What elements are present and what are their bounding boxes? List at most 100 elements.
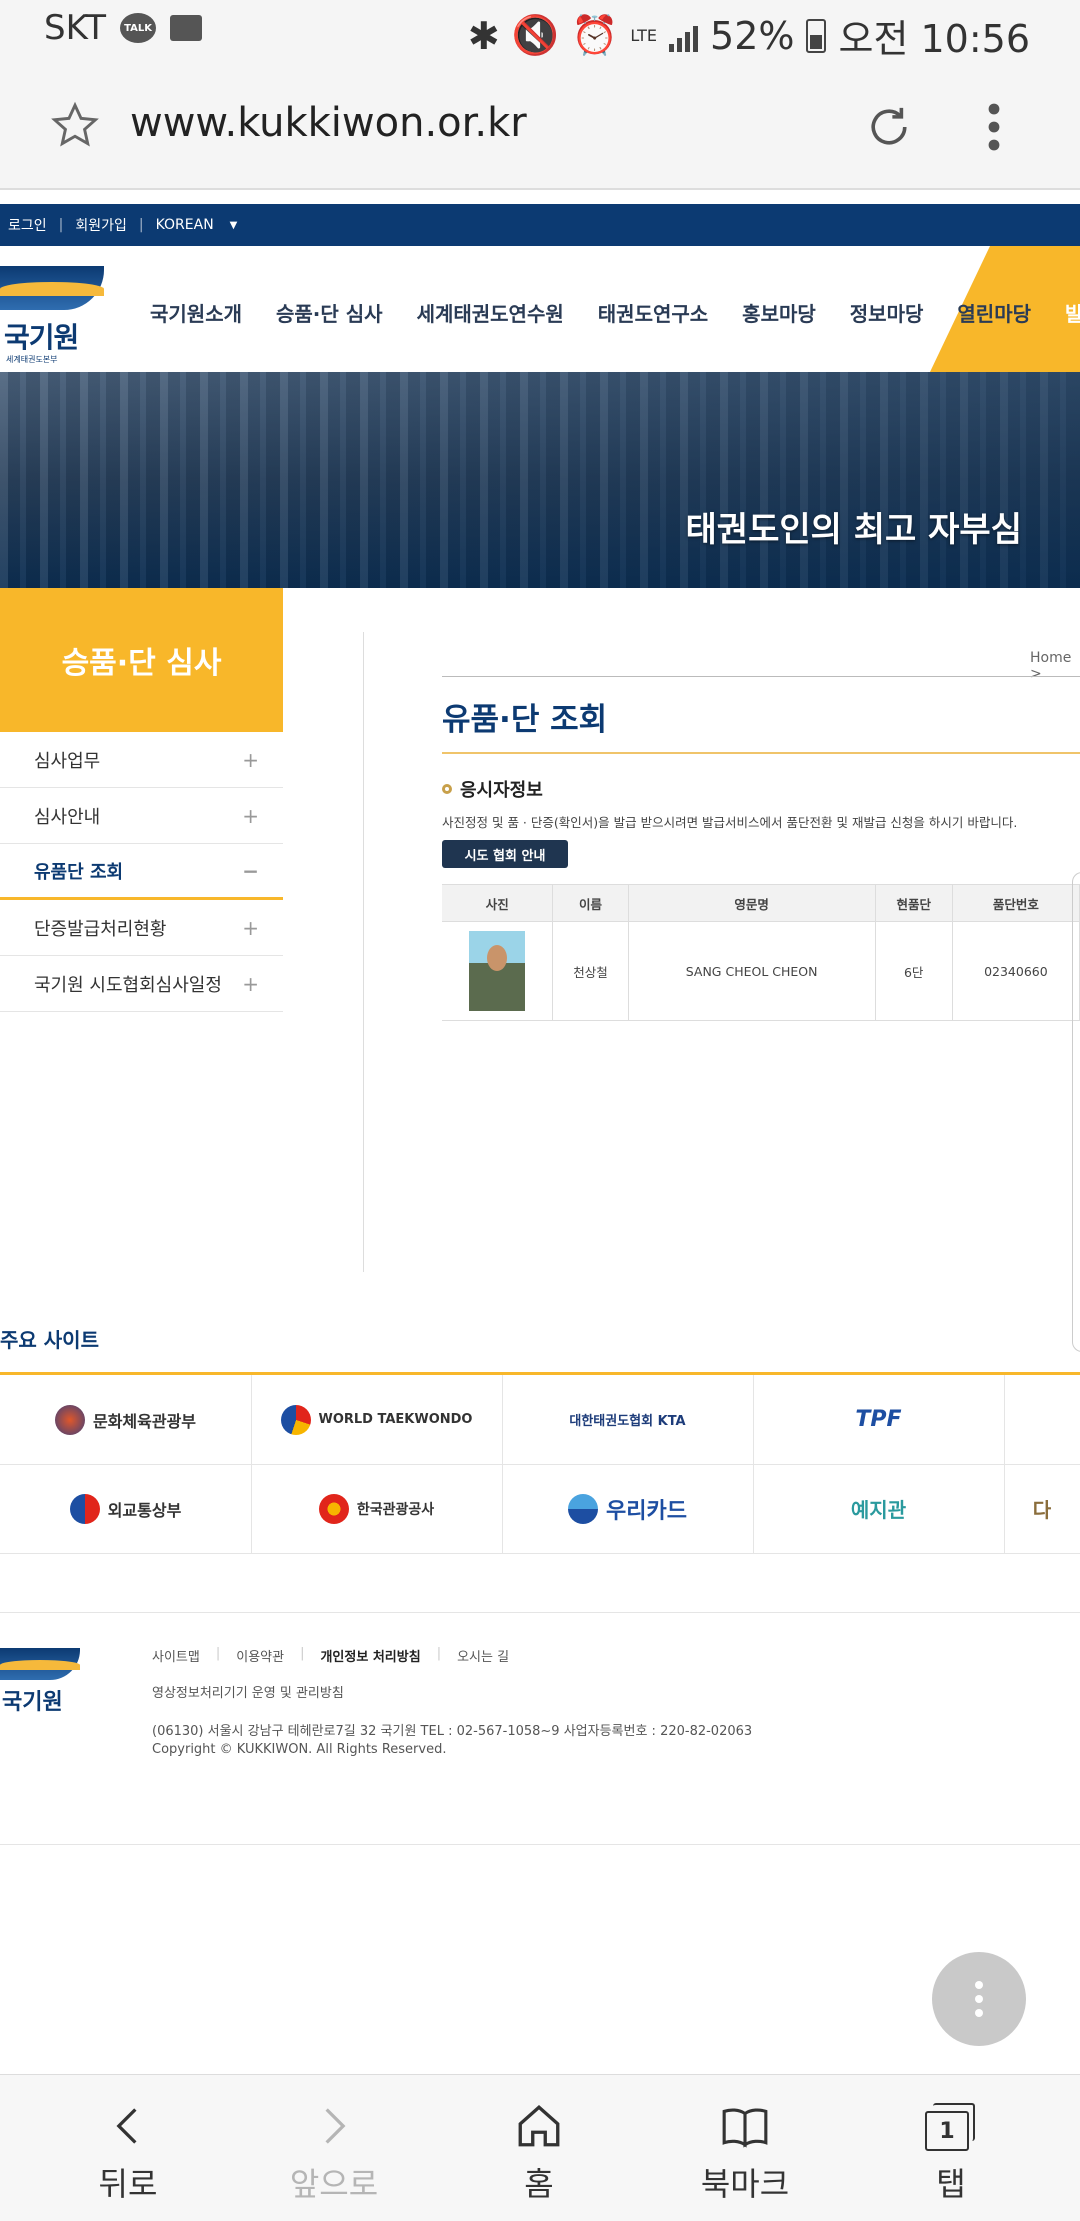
nav-open[interactable]: 열린마당 [957, 298, 1031, 327]
sidebar-item-label: 심사업무 [34, 750, 101, 772]
site-link-label: 한국관광공사 [356, 1501, 435, 1518]
sidebar-item-label: 단증발급처리현황 [34, 918, 167, 940]
footer-link-sitemap[interactable]: 사이트맵 [152, 1646, 200, 1665]
kto-logo-icon [318, 1493, 349, 1524]
breadcrumb[interactable]: Home > [1030, 650, 1080, 682]
status-bar: SKT TALK ✱ 🔇 ⏰ LTE 52% 오전 10:56 [0, 0, 1080, 64]
site-link-kta[interactable]: 대한태권도협회 KTA [502, 1375, 754, 1465]
language-select[interactable]: KOREAN [148, 217, 222, 233]
battery-percent: 52% [710, 13, 795, 58]
applicant-table: 사진 이름 영문명 현품단 품단번호 천상철 SANG CHEOL CHEON … [442, 884, 1080, 1021]
back-arrow-icon [116, 2108, 137, 2144]
nav-promotion-test[interactable]: 승품·단 심사 [276, 298, 383, 327]
hero-banner: 태권도인의 최고 자부심 [0, 372, 1080, 588]
site-link-wt[interactable]: WORLD TAEKWONDO [251, 1375, 503, 1465]
site-link-tpf[interactable]: TPF [753, 1375, 1005, 1465]
bullet-icon [442, 784, 452, 794]
column-divider [363, 632, 364, 1272]
status-left: SKT TALK [44, 8, 203, 48]
bluetooth-icon: ✱ [467, 13, 500, 58]
logo-wave-accent [0, 1660, 80, 1670]
sidebar-item-association-schedule[interactable]: 국기원 시도협회심사일정 + [0, 956, 283, 1012]
reload-icon[interactable] [862, 100, 916, 154]
expand-icon: + [242, 915, 259, 940]
sidebar-item-certificate-status[interactable]: 단증발급처리현황 + [0, 900, 283, 956]
clock: 오전 10:56 [838, 17, 1030, 61]
section-title: 응시자정보 [442, 776, 543, 802]
site-link-mcst[interactable]: 문화체육관광부 [0, 1375, 252, 1465]
footer-links: 사이트맵 | 이용약관 | 개인정보 처리방침 | 오시는 길 [152, 1646, 509, 1665]
sidebar-item-rank-lookup[interactable]: 유품단 조회 − [0, 844, 283, 900]
dot [975, 1995, 983, 2003]
sidebar-item-test-work[interactable]: 심사업무 + [0, 732, 283, 788]
logo-wave-accent [0, 282, 104, 296]
logo-subtext: 세계태권도본부 [6, 355, 58, 364]
nav-issue[interactable]: 발급서 [1065, 298, 1080, 327]
footer-copyright: Copyright © KUKKIWON. All Rights Reserve… [152, 1742, 447, 1757]
site-link-label: 예지관 [850, 1498, 907, 1522]
floating-menu-button[interactable] [932, 1952, 1026, 2046]
nav-research[interactable]: 태권도연구소 [598, 298, 708, 327]
nav-academy[interactable]: 세계태권도연수원 [417, 298, 564, 327]
footer-link-directions[interactable]: 오시는 길 [457, 1646, 509, 1665]
chevron-down-icon: ▼ [229, 219, 238, 231]
forward-label: 앞으로 [289, 2165, 379, 2203]
applicant-photo [469, 931, 526, 1011]
association-guide-button[interactable]: 시도 협회 안내 [442, 840, 568, 868]
kukkiwon-logo[interactable]: 국기원 세계태권도본부 [0, 266, 105, 366]
col-rank: 현품단 [874, 884, 953, 922]
nav-info[interactable]: 정보마당 [850, 298, 924, 327]
section-title-text: 응시자정보 [460, 780, 543, 801]
site-link-more-2[interactable]: 다 [1004, 1464, 1080, 1554]
site-link-woori[interactable]: 우리카드 [502, 1464, 754, 1554]
site-header: 국기원 세계태권도본부 국기원소개 승품·단 심사 세계태권도연수원 태권도연구… [0, 246, 1080, 372]
forward-arrow-icon [325, 2108, 346, 2144]
site-link-kto[interactable]: 한국관광공사 [251, 1464, 503, 1554]
sidebar-item-test-guide[interactable]: 심사안내 + [0, 788, 283, 844]
back-label: 뒤로 [98, 2165, 158, 2203]
tabs-button[interactable]: 1 탭 [881, 2101, 1021, 2205]
expand-icon: + [242, 971, 259, 996]
signup-link[interactable]: 회원가입 [67, 215, 135, 235]
tabs-label: 탭 [936, 2165, 966, 2203]
col-photo: 사진 [442, 884, 554, 922]
divider: | [436, 1646, 442, 1661]
bookmarks-button[interactable]: 북마크 [675, 2101, 815, 2205]
alarm-icon: ⏰ [571, 13, 619, 57]
divider [442, 676, 1080, 677]
footer-link-privacy[interactable]: 개인정보 처리방침 [320, 1646, 420, 1665]
bookmarks-label: 북마크 [700, 2165, 790, 2203]
sidebar-item-label: 유품단 조회 [34, 861, 124, 883]
col-name: 이름 [552, 884, 629, 922]
url-field[interactable]: www.kukkiwon.or.kr [130, 100, 527, 146]
divider: | [300, 1646, 305, 1661]
back-button[interactable]: 뒤로 [58, 2101, 198, 2205]
site-link-yejigwan[interactable]: 예지관 [753, 1464, 1005, 1554]
battery-icon [806, 18, 827, 53]
sidebar-item-label: 심사안내 [34, 806, 101, 828]
col-number: 품단번호 [951, 884, 1080, 922]
side-panel-handle[interactable] [1072, 872, 1080, 1352]
woori-logo-icon [568, 1493, 599, 1524]
mcst-logo-icon [54, 1404, 85, 1435]
expand-icon: + [242, 803, 259, 828]
bookmark-star-icon[interactable] [50, 100, 100, 150]
footer-link-terms[interactable]: 이용약관 [236, 1646, 284, 1665]
more-menu-icon[interactable] [980, 100, 1008, 154]
nav-about[interactable]: 국기원소개 [150, 298, 242, 327]
footer-logo-text: 국기원 [2, 1690, 63, 1715]
hero-caption: 태권도인의 최고 자부심 [685, 510, 1022, 550]
forward-button[interactable]: 앞으로 [264, 2101, 404, 2205]
site-link-more[interactable] [1004, 1375, 1080, 1465]
tab-count: 1 [925, 2111, 969, 2151]
home-button[interactable]: 홈 [469, 2101, 609, 2205]
site-link-mofa[interactable]: 외교통상부 [0, 1464, 252, 1554]
mofa-logo-icon [69, 1493, 100, 1524]
login-link[interactable]: 로그인 [0, 215, 55, 235]
home-icon [518, 2105, 560, 2147]
logo-text: 국기원 [4, 321, 79, 354]
message-icon [170, 15, 203, 41]
nav-pr[interactable]: 홍보마당 [742, 298, 816, 327]
table-header-row: 사진 이름 영문명 현품단 품단번호 [442, 884, 1080, 922]
footer-cctv-link[interactable]: 영상정보처리기기 운영 및 관리방침 [152, 1682, 344, 1701]
